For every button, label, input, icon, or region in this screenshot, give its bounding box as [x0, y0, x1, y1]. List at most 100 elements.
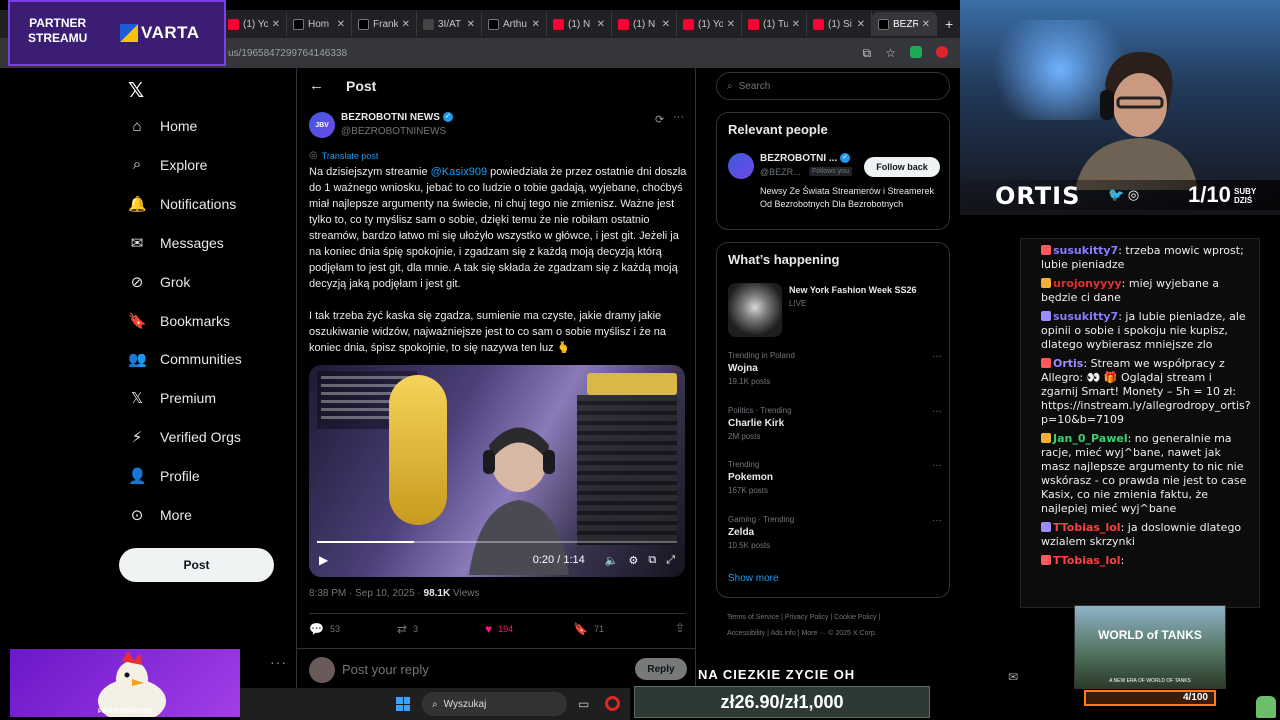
- close-tab-icon[interactable]: ✕: [792, 19, 800, 30]
- extension-record-icon[interactable]: [936, 46, 948, 58]
- windows-start-icon[interactable]: [396, 697, 410, 711]
- close-tab-icon[interactable]: ✕: [727, 19, 735, 30]
- browser-tab[interactable]: (1) N ✕: [547, 12, 612, 36]
- sidebar-item-explore[interactable]: ⌕ Explore: [128, 153, 208, 177]
- author-handle[interactable]: @BEZROBOTNINEWS: [341, 126, 446, 137]
- picture-in-picture-icon[interactable]: ⧉: [648, 554, 656, 567]
- tab-title[interactable]: 3I/AT: [438, 19, 463, 30]
- close-tab-icon[interactable]: ✕: [662, 19, 670, 30]
- cast-icon[interactable]: ⧉: [863, 46, 872, 61]
- close-tab-icon[interactable]: ✕: [857, 19, 865, 30]
- video-player[interactable]: ▶ 0:20 / 1:14 🔈 ⚙ ⧉ ⤢: [309, 365, 685, 577]
- chat-username[interactable]: Ortis: [1053, 357, 1083, 370]
- fullscreen-icon[interactable]: ⤢: [666, 554, 675, 567]
- repost-button[interactable]: ⇄ 3: [397, 621, 485, 637]
- file-explorer-icon[interactable]: ▭: [578, 697, 589, 711]
- relevant-name[interactable]: BEZROBOTNI ... ✓: [760, 153, 851, 164]
- tab-title[interactable]: BEZR: [893, 19, 918, 30]
- browser-tab[interactable]: (1) Si ✕: [807, 12, 872, 36]
- close-tab-icon[interactable]: ✕: [402, 19, 410, 30]
- chat-username[interactable]: Jan_0_Pawel: [1053, 432, 1128, 445]
- trend-item[interactable]: Politics · Trending Charlie Kirk 2M posts ·…: [728, 406, 942, 441]
- tab-title[interactable]: (1) Yo: [698, 19, 723, 30]
- new-tab-icon[interactable]: +: [945, 16, 953, 32]
- tab-title[interactable]: Hom: [308, 19, 333, 30]
- chat-username[interactable]: urojonyyyy: [1053, 277, 1122, 290]
- search-input[interactable]: ⌕ Search: [716, 72, 950, 100]
- reply-submit-button[interactable]: Reply: [635, 658, 687, 680]
- browser-tab[interactable]: Frank ✕: [352, 12, 417, 36]
- mention-link[interactable]: @Kasix909: [431, 166, 487, 178]
- url-text[interactable]: us/1965847299764146338: [228, 48, 347, 59]
- x-logo-icon[interactable]: 𝕏: [128, 78, 144, 103]
- relevant-avatar[interactable]: [728, 153, 754, 179]
- sidebar-item-verified-orgs[interactable]: ⚡ Verified Orgs: [128, 425, 241, 449]
- relevant-handle[interactable]: @BEZR...: [760, 167, 801, 177]
- trend-item[interactable]: Gaming · Trending Zelda 10.5K posts ···: [728, 515, 942, 550]
- trend-item[interactable]: Trending in Poland Wojna 19.1K posts ···: [728, 351, 942, 386]
- author-avatar[interactable]: JBV: [309, 112, 335, 138]
- translate-label[interactable]: Translate post: [322, 151, 379, 161]
- bookmark-button[interactable]: 🔖 71: [573, 621, 661, 637]
- show-more-link[interactable]: Show more: [728, 573, 779, 584]
- opera-icon[interactable]: [605, 696, 620, 711]
- browser-tab[interactable]: BEZR ✕: [872, 12, 937, 36]
- chat-username[interactable]: susukitty7: [1053, 310, 1118, 323]
- extension-shield-icon[interactable]: [910, 46, 922, 58]
- trend-name[interactable]: Zelda: [728, 527, 942, 538]
- close-tab-icon[interactable]: ✕: [922, 19, 930, 30]
- grok-icon[interactable]: ⟳: [655, 113, 664, 126]
- trend-more-icon[interactable]: ···: [932, 406, 942, 417]
- post-more-icon[interactable]: ···: [673, 111, 684, 123]
- sidebar-item-notifications[interactable]: 🔔 Notifications: [128, 192, 236, 216]
- post-time[interactable]: 8:38 PM · Sep 10, 2025 ·: [309, 588, 424, 599]
- reply-input[interactable]: Post your reply: [342, 662, 429, 677]
- sidebar-item-home[interactable]: ⌂ Home: [128, 114, 197, 138]
- video-progress-bar[interactable]: [317, 541, 677, 543]
- star-icon[interactable]: ☆: [885, 46, 896, 61]
- browser-tab[interactable]: 3I/AT ✕: [417, 12, 482, 36]
- sidebar-item-communities[interactable]: 👥 Communities: [128, 347, 242, 371]
- relevant-name-text[interactable]: BEZROBOTNI ...: [760, 153, 837, 164]
- event-thumbnail[interactable]: [728, 283, 782, 337]
- browser-tab[interactable]: Arthu ✕: [482, 12, 547, 36]
- follow-back-button[interactable]: Follow back: [864, 157, 940, 177]
- trend-item[interactable]: Trending Pokemon 167K posts ···: [728, 460, 942, 495]
- tab-title[interactable]: (1) N: [568, 19, 593, 30]
- tab-title[interactable]: Frank: [373, 19, 398, 30]
- trend-more-icon[interactable]: ···: [932, 460, 942, 471]
- trend-name[interactable]: Charlie Kirk: [728, 418, 942, 429]
- tab-title[interactable]: Arthu: [503, 19, 528, 30]
- tab-title[interactable]: (1) Si: [828, 19, 853, 30]
- browser-tab[interactable]: (1) Yo ✕: [677, 12, 742, 36]
- author-name[interactable]: BEZROBOTNI NEWS ✓: [341, 112, 453, 123]
- close-tab-icon[interactable]: ✕: [467, 19, 475, 30]
- sidebar-item-more[interactable]: ⊙ More: [128, 503, 192, 527]
- post-button[interactable]: Post: [119, 548, 274, 582]
- trend-name[interactable]: Pokemon: [728, 472, 942, 483]
- account-more-icon[interactable]: ···: [270, 654, 287, 670]
- browser-tab[interactable]: (1) Tu ✕: [742, 12, 807, 36]
- browser-tab[interactable]: Hom ✕: [287, 12, 352, 36]
- close-tab-icon[interactable]: ✕: [532, 19, 540, 30]
- browser-tab[interactable]: (1) Yo ✕: [222, 12, 287, 36]
- like-button[interactable]: ♥ 194: [485, 621, 573, 637]
- sidebar-item-bookmarks[interactable]: 🔖 Bookmarks: [128, 309, 230, 333]
- tab-title[interactable]: (1) Tu: [763, 19, 788, 30]
- sidebar-item-profile[interactable]: 👤 Profile: [128, 464, 200, 488]
- footer-line[interactable]: Accessibility | Ads info | More ··· © 20…: [727, 626, 947, 642]
- trend-more-icon[interactable]: ···: [932, 515, 942, 526]
- chat-username[interactable]: susukitty7: [1053, 244, 1118, 257]
- taskbar-search[interactable]: ⌕ Wyszukaj: [422, 692, 567, 716]
- tab-title[interactable]: (1) N: [633, 19, 658, 30]
- chat-username[interactable]: TTobias_lol: [1053, 521, 1121, 534]
- sidebar-item-premium[interactable]: 𝕏 Premium: [128, 386, 216, 410]
- share-icon[interactable]: ⇪: [675, 621, 685, 637]
- browser-tab[interactable]: (1) N ✕: [612, 12, 677, 36]
- close-tab-icon[interactable]: ✕: [597, 19, 605, 30]
- back-arrow-icon[interactable]: ←: [309, 77, 324, 94]
- play-icon[interactable]: ▶: [319, 553, 328, 567]
- reply-button[interactable]: 💬 53: [309, 621, 397, 637]
- trend-more-icon[interactable]: ···: [932, 351, 942, 362]
- trend-name[interactable]: Wojna: [728, 363, 942, 374]
